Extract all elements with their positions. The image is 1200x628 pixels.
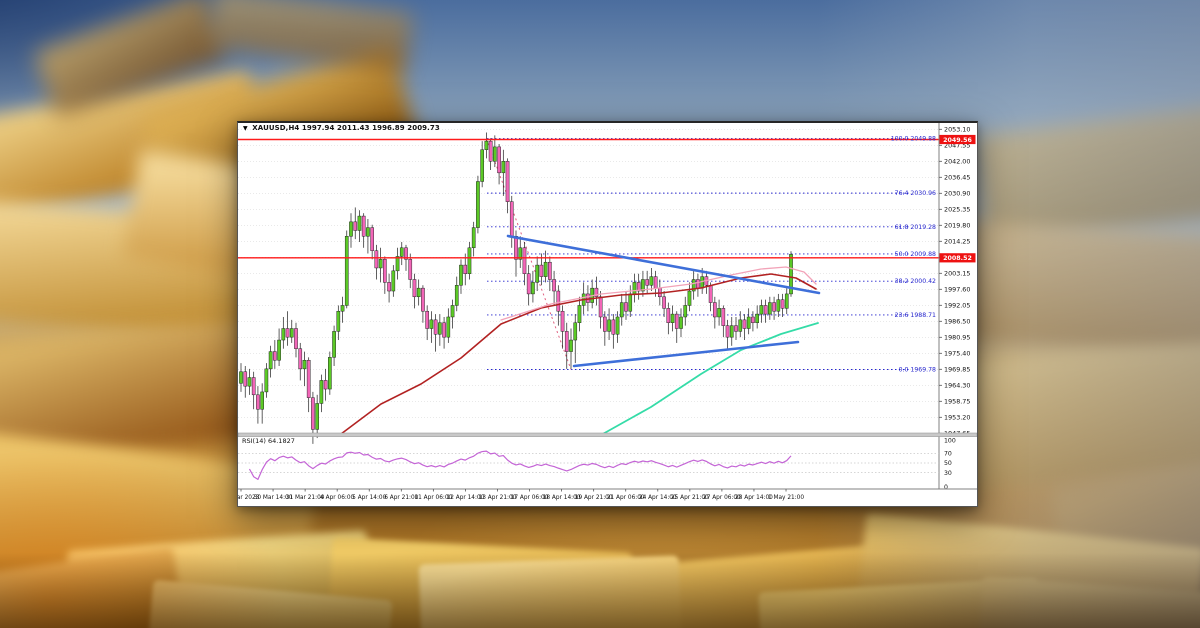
svg-text:1980.95: 1980.95 (944, 334, 970, 342)
svg-text:1992.05: 1992.05 (944, 302, 970, 310)
candlestick-chart[interactable]: 2053.102047.552042.002036.452030.902025.… (238, 123, 977, 506)
fib-label-0.0: 0.0 1969.78 (899, 367, 936, 374)
svg-text:4 Apr 06:00: 4 Apr 06:00 (320, 495, 354, 501)
fib-label-38.2: 38.2 2000.42 (895, 278, 936, 285)
ma-fast-teal (601, 323, 818, 435)
svg-text:2049.56: 2049.56 (943, 137, 972, 144)
fib-label-100.0: 100.0 2049.88 (891, 136, 936, 143)
panel-separator[interactable] (238, 433, 977, 437)
rsi-panel[interactable]: 100 70 50 30 0 (238, 438, 956, 492)
time-axis[interactable]: 29 Mar 202330 Mar 14:0031 Mar 21:004 Apr… (238, 489, 977, 501)
fib-label-76.4: 76.4 2030.96 (895, 190, 936, 197)
svg-text:1975.40: 1975.40 (944, 350, 970, 358)
candles-group (239, 132, 792, 443)
svg-text:2008.52: 2008.52 (943, 255, 972, 262)
svg-text:2003.15: 2003.15 (944, 270, 970, 278)
fibonacci-retracement[interactable] (486, 139, 909, 370)
svg-text:70: 70 (944, 451, 952, 458)
rsi-line (249, 451, 791, 479)
chart-title: ▼ XAUUSD,H4 1997.94 2011.43 1996.89 2009… (243, 124, 440, 132)
fib-label-23.6: 23.6 1988.71 (895, 312, 936, 319)
svg-text:2042.00: 2042.00 (944, 158, 970, 166)
svg-text:2053.10: 2053.10 (944, 126, 970, 134)
svg-text:1953.20: 1953.20 (944, 414, 970, 422)
price-tag-2008.52: 2008.52 (940, 253, 976, 262)
svg-text:1964.30: 1964.30 (944, 382, 970, 390)
rsi-indicator-label: RSI(14) 64.1827 (242, 437, 295, 445)
trendline-lower-support[interactable] (574, 342, 798, 366)
svg-text:0: 0 (944, 484, 948, 491)
fib-label-61.8: 61.8 2019.28 (895, 224, 936, 231)
symbol-dropdown-icon[interactable]: ▼ (243, 125, 248, 132)
svg-text:1986.50: 1986.50 (944, 318, 970, 326)
svg-text:2019.80: 2019.80 (944, 222, 970, 230)
banner-image: ▼ XAUUSD,H4 1997.94 2011.43 1996.89 2009… (0, 0, 1200, 628)
svg-text:30: 30 (944, 470, 952, 477)
svg-text:100: 100 (944, 438, 956, 445)
svg-text:2036.45: 2036.45 (944, 174, 970, 182)
svg-text:31 Mar 21:00: 31 Mar 21:00 (286, 495, 325, 501)
svg-text:1 May 21:00: 1 May 21:00 (768, 495, 804, 501)
svg-text:5 Apr 14:00: 5 Apr 14:00 (352, 495, 386, 501)
chart-window[interactable]: ▼ XAUUSD,H4 1997.94 2011.43 1996.89 2009… (237, 121, 978, 507)
svg-text:1997.60: 1997.60 (944, 286, 970, 294)
svg-text:50: 50 (944, 460, 952, 467)
price-tag-2049.56: 2049.56 (940, 135, 976, 144)
svg-text:1969.85: 1969.85 (944, 366, 970, 374)
fib-label-50.0: 50.0 2009.88 (895, 251, 936, 258)
svg-text:1958.75: 1958.75 (944, 398, 970, 406)
svg-text:2025.35: 2025.35 (944, 206, 970, 214)
symbol-ohlc-text: XAUUSD,H4 1997.94 2011.43 1996.89 2009.7… (252, 124, 440, 132)
svg-text:2030.90: 2030.90 (944, 190, 970, 198)
price-axis[interactable]: 2053.102047.552042.002036.452030.902025.… (891, 123, 977, 506)
svg-text:2014.25: 2014.25 (944, 238, 970, 246)
